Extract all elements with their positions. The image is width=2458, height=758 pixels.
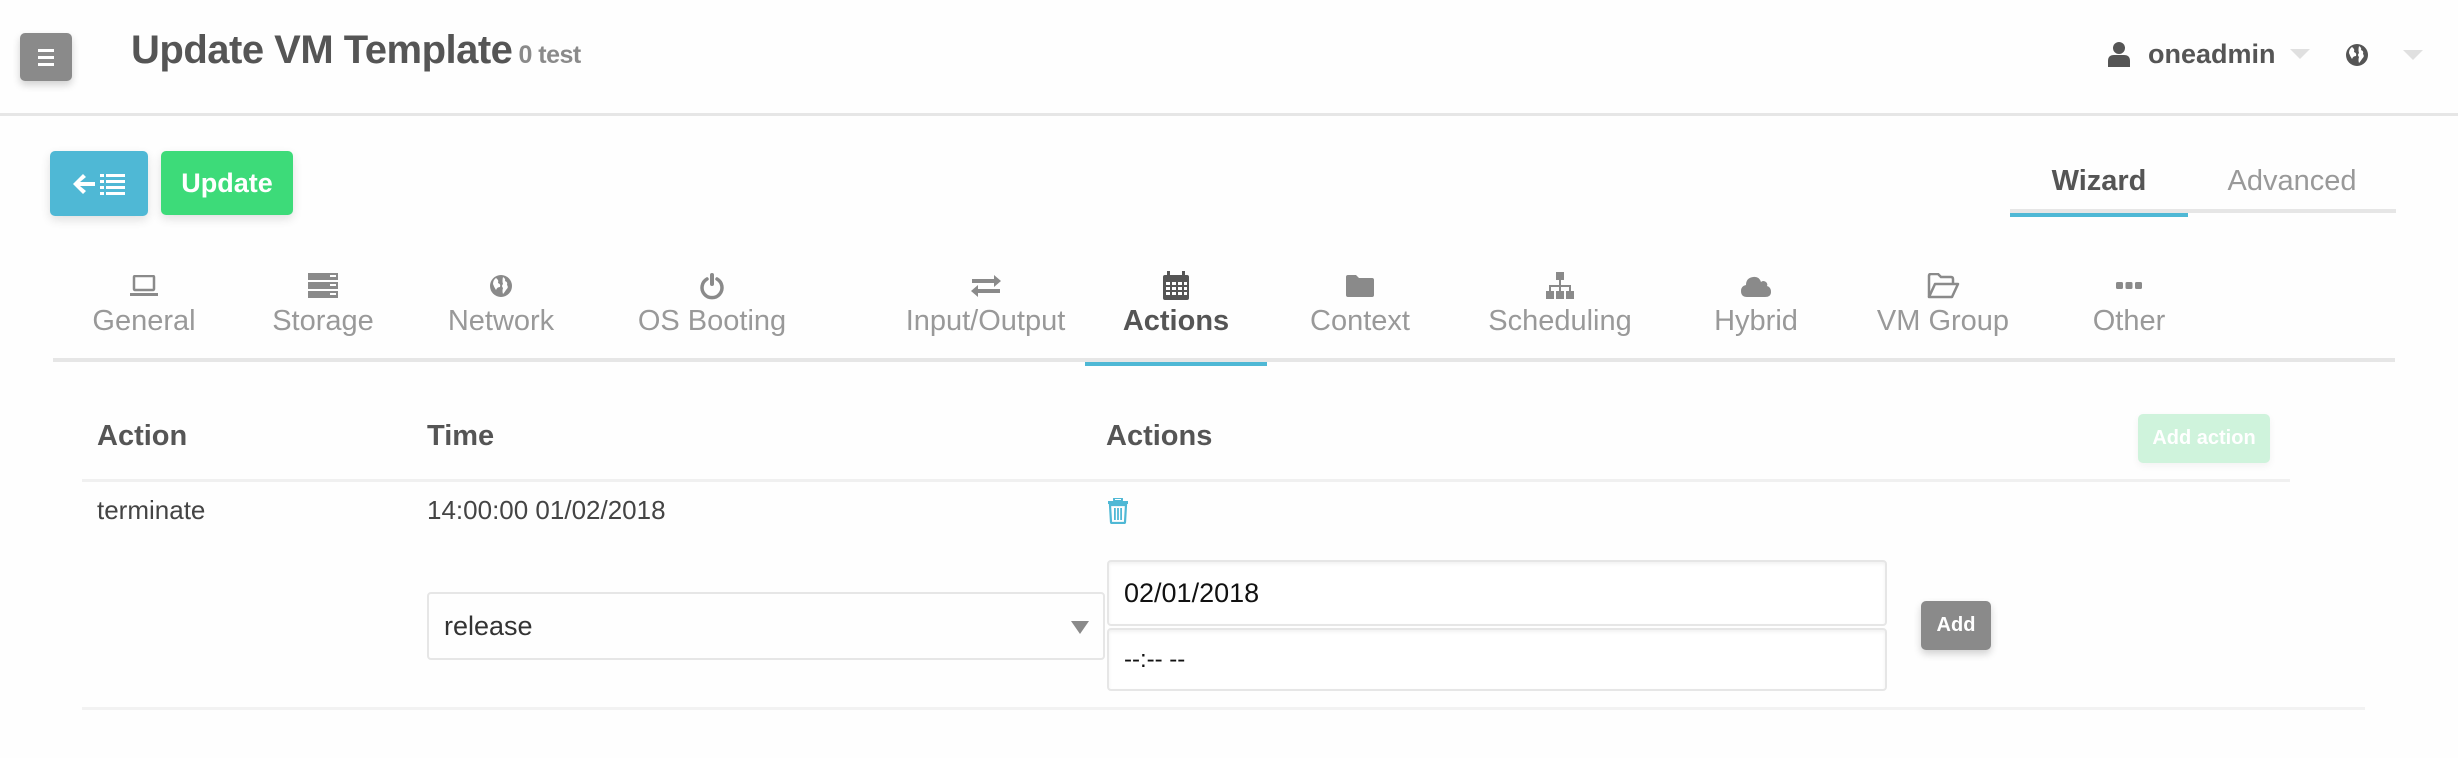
- power-icon: [700, 273, 724, 300]
- tab-label: Input/Output: [905, 305, 1066, 337]
- back-to-list-icon: [73, 173, 125, 195]
- user-name: oneadmin: [2148, 38, 2276, 69]
- page-title-text: Update VM Template: [131, 28, 513, 72]
- tab-label: Hybrid: [1714, 305, 1798, 337]
- language-menu[interactable]: [2345, 40, 2423, 70]
- tab-context[interactable]: Context: [1267, 262, 1453, 362]
- tab-label: Actions: [1122, 305, 1230, 337]
- storage-icon: [308, 273, 338, 298]
- tab-hybrid[interactable]: Hybrid: [1667, 262, 1845, 362]
- folder-icon: [1346, 275, 1374, 297]
- mode-tabs: Wizard Advanced: [2010, 150, 2396, 217]
- update-button[interactable]: Update: [161, 151, 293, 215]
- tab-other[interactable]: Other: [2041, 262, 2217, 362]
- globe-icon: [490, 275, 512, 297]
- calendar-icon: [1163, 271, 1189, 300]
- tab-label: Scheduling: [1488, 305, 1632, 337]
- user-icon: [2108, 42, 2130, 67]
- tab-label: Network: [447, 305, 555, 337]
- action-select-value: release: [444, 610, 533, 641]
- top-header: Update VM Template 0 test oneadmin: [0, 0, 2458, 116]
- tab-label: Context: [1310, 305, 1410, 337]
- chevron-down-icon: [2403, 50, 2423, 60]
- section-tabs: General Storage Network OS Booting Input…: [53, 262, 2395, 366]
- sitemap-icon: [1546, 272, 1574, 299]
- column-header-action: Action: [97, 420, 188, 452]
- folder-open-icon: [1927, 273, 1960, 299]
- action-select[interactable]: release: [427, 592, 1105, 660]
- trash-icon: [1108, 497, 1128, 525]
- time-input[interactable]: --:-- --: [1107, 628, 1887, 691]
- back-to-list-button[interactable]: [50, 151, 148, 216]
- time-input-value: --:-- --: [1124, 645, 1186, 673]
- ellipsis-icon: [2116, 282, 2142, 289]
- add-button[interactable]: Add: [1921, 601, 1991, 650]
- tab-wizard[interactable]: Wizard: [2010, 150, 2188, 217]
- hamburger-icon: [38, 47, 54, 68]
- globe-icon: [2346, 44, 2368, 66]
- dropdown-arrow-icon: [1071, 621, 1089, 634]
- date-input-value: 02/01/2018: [1124, 577, 1260, 608]
- column-header-time: Time: [427, 420, 495, 452]
- page-title: Update VM Template 0 test: [131, 28, 581, 73]
- row-action: terminate: [97, 495, 206, 525]
- tab-scheduling[interactable]: Scheduling: [1453, 262, 1667, 362]
- tab-label: Other: [2092, 305, 2166, 337]
- form-divider: [82, 707, 2365, 710]
- row-time: 14:00:00 01/02/2018: [427, 495, 666, 525]
- tab-label: OS Booting: [637, 305, 787, 337]
- tab-os-booting[interactable]: OS Booting: [591, 262, 833, 362]
- user-menu[interactable]: oneadmin: [2108, 36, 2310, 72]
- tab-actions[interactable]: Actions: [1085, 262, 1267, 366]
- tab-label: Storage: [272, 305, 374, 337]
- exchange-icon: [970, 275, 1001, 297]
- tab-advanced[interactable]: Advanced: [2188, 150, 2396, 213]
- menu-toggle-button[interactable]: [20, 33, 72, 81]
- tab-network[interactable]: Network: [411, 262, 591, 362]
- page-subtitle: 0 test: [518, 41, 581, 69]
- chevron-down-icon: [2289, 49, 2310, 59]
- column-header-actions: Actions: [1106, 420, 1213, 452]
- tab-vm-group[interactable]: VM Group: [1845, 262, 2041, 362]
- tab-label: VM Group: [1876, 305, 2010, 337]
- tab-storage[interactable]: Storage: [235, 262, 411, 362]
- tab-general[interactable]: General: [53, 262, 235, 362]
- tab-label: General: [92, 305, 196, 337]
- cloud-icon: [1741, 276, 1771, 297]
- header-divider: [82, 479, 2290, 482]
- laptop-icon: [130, 275, 158, 296]
- delete-action-button[interactable]: [1108, 497, 1128, 525]
- add-action-button[interactable]: Add action: [2138, 414, 2270, 463]
- date-input[interactable]: 02/01/2018: [1107, 560, 1887, 626]
